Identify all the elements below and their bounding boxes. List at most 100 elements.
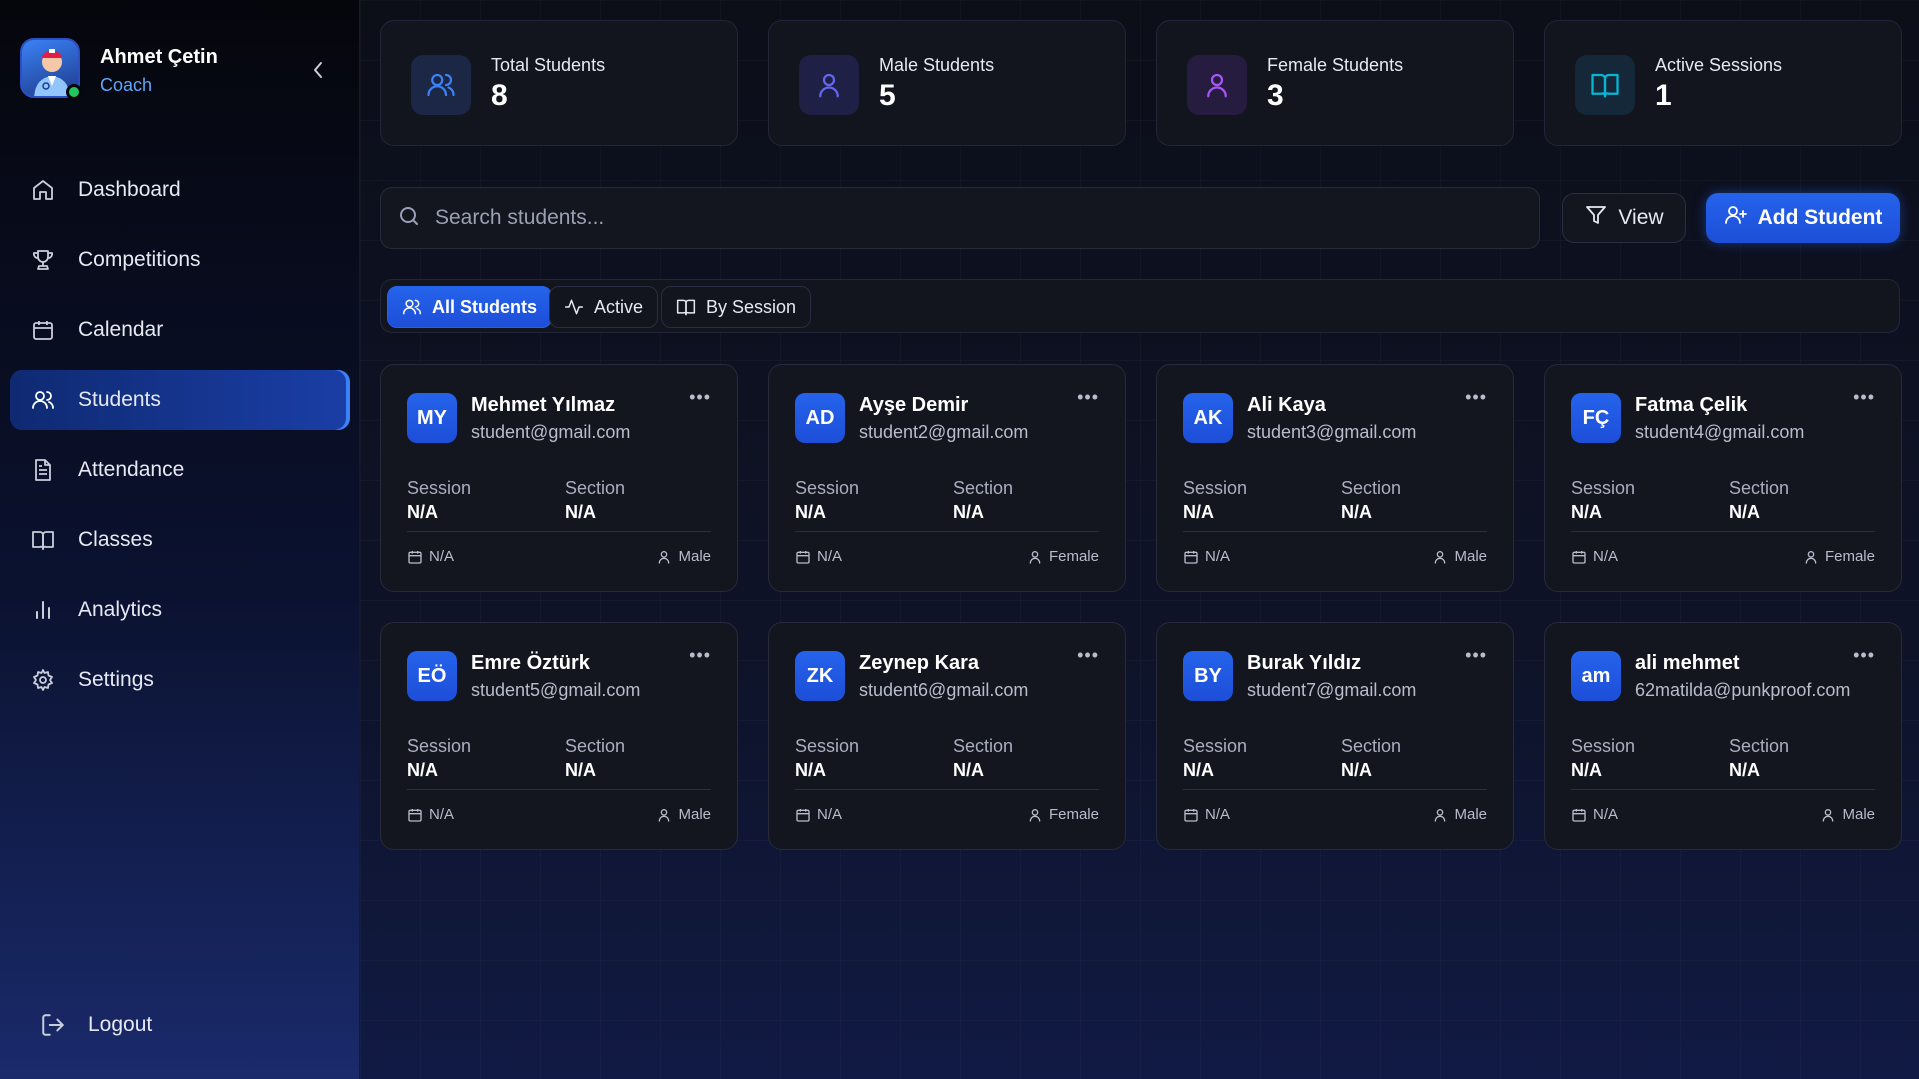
file-text-icon: [30, 457, 56, 483]
sidebar-item-label: Analytics: [78, 598, 163, 621]
logout-button[interactable]: Logout: [40, 1012, 152, 1038]
stat-label: Female Students: [1267, 55, 1404, 75]
more-options-icon[interactable]: •••: [1465, 387, 1487, 408]
sidebar-item-calendar[interactable]: Calendar: [10, 300, 350, 360]
sidebar-item-classes[interactable]: Classes: [10, 510, 350, 570]
calendar-icon: [407, 549, 423, 565]
users-icon: [30, 387, 56, 413]
student-date-value: N/A: [1593, 806, 1619, 823]
section-value: N/A: [565, 502, 596, 522]
student-gender-value: Male: [1454, 548, 1487, 565]
tab-all-students[interactable]: All Students: [387, 286, 553, 328]
session-label: Session: [407, 736, 472, 756]
more-options-icon[interactable]: •••: [689, 387, 711, 408]
logout-icon: [40, 1012, 66, 1038]
tab-active[interactable]: Active: [549, 286, 659, 328]
section-label: Section: [1341, 736, 1402, 756]
user-icon: [1432, 549, 1448, 565]
student-date: N/A: [407, 806, 454, 823]
session-value: N/A: [1571, 760, 1602, 780]
card-divider: [1183, 789, 1487, 790]
view-filter-button[interactable]: View: [1562, 193, 1686, 243]
session-label: Session: [795, 478, 860, 498]
sidebar-item-analytics[interactable]: Analytics: [10, 580, 350, 640]
sidebar-item-label: Dashboard: [78, 178, 181, 201]
stat-label: Active Sessions: [1655, 55, 1783, 75]
more-options-icon[interactable]: •••: [1465, 645, 1487, 666]
student-card[interactable]: EÖ Emre Öztürk student5@gmail.com ••• Se…: [380, 622, 738, 850]
section-label: Section: [953, 478, 1014, 498]
student-card[interactable]: am ali mehmet 62matilda@punkproof.com ••…: [1544, 622, 1902, 850]
more-options-icon[interactable]: •••: [1853, 645, 1875, 666]
sidebar-item-label: Students: [78, 388, 161, 411]
session-label: Session: [795, 736, 860, 756]
section-label: Section: [1729, 478, 1790, 498]
tab-label: By Session: [706, 296, 797, 317]
user-icon: [1027, 807, 1043, 823]
student-card[interactable]: FÇ Fatma Çelik student4@gmail.com ••• Se…: [1544, 364, 1902, 592]
student-gender: Male: [656, 806, 711, 823]
student-date: N/A: [795, 806, 842, 823]
student-filter-tabs: All Students Active By Session: [380, 279, 1900, 333]
collapse-sidebar-button[interactable]: [306, 58, 330, 82]
sidebar-item-settings[interactable]: Settings: [10, 650, 350, 710]
section-label: Section: [565, 478, 626, 498]
student-gender-value: Male: [678, 548, 711, 565]
profile-role: Coach: [100, 75, 153, 95]
section-value: N/A: [1729, 760, 1760, 780]
student-date: N/A: [1571, 548, 1618, 565]
sidebar-item-label: Attendance: [78, 458, 185, 481]
user-icon: [1820, 807, 1836, 823]
search-input[interactable]: [435, 206, 1515, 230]
add-student-label: Add Student: [1757, 206, 1883, 229]
student-gender-value: Male: [1842, 806, 1875, 823]
add-student-button[interactable]: Add Student: [1706, 193, 1900, 243]
online-status-dot: [66, 84, 82, 100]
calendar-icon: [1571, 807, 1587, 823]
stat-value: 1: [1655, 79, 1672, 112]
more-options-icon[interactable]: •••: [1077, 387, 1099, 408]
bar-chart-icon: [30, 597, 56, 623]
tab-by-session[interactable]: By Session: [661, 286, 812, 328]
stat-card-female-students: Female Students 3: [1156, 20, 1514, 146]
sidebar-item-attendance[interactable]: Attendance: [10, 440, 350, 500]
student-date: N/A: [1571, 806, 1618, 823]
sidebar-item-competitions[interactable]: Competitions: [10, 230, 350, 290]
filter-icon: [1584, 203, 1608, 233]
more-options-icon[interactable]: •••: [689, 645, 711, 666]
session-value: N/A: [1183, 502, 1214, 522]
sidebar-item-label: Competitions: [78, 248, 201, 271]
sidebar-item-students[interactable]: Students: [10, 370, 350, 430]
book-open-icon: [676, 297, 696, 317]
student-card[interactable]: AK Ali Kaya student3@gmail.com ••• Sessi…: [1156, 364, 1514, 592]
student-card[interactable]: AD Ayşe Demir student2@gmail.com ••• Ses…: [768, 364, 1126, 592]
more-options-icon[interactable]: •••: [1853, 387, 1875, 408]
student-name: Ayşe Demir: [859, 394, 969, 416]
sidebar: Ahmet Çetin Coach Dashboard Competitions…: [0, 0, 360, 1079]
stat-card-male-students: Male Students 5: [768, 20, 1126, 146]
section-label: Section: [1729, 736, 1790, 756]
section-label: Section: [565, 736, 626, 756]
student-initials-avatar: am: [1571, 651, 1621, 701]
activity-icon: [564, 297, 584, 317]
student-card[interactable]: MY Mehmet Yılmaz student@gmail.com ••• S…: [380, 364, 738, 592]
student-date: N/A: [1183, 548, 1230, 565]
session-label: Session: [1571, 478, 1636, 498]
user-profile[interactable]: Ahmet Çetin Coach: [20, 38, 340, 104]
student-email: student@gmail.com: [471, 422, 631, 442]
section-label: Section: [1341, 478, 1402, 498]
book-open-icon: [1575, 55, 1635, 115]
session-label: Session: [1183, 736, 1248, 756]
sidebar-item-dashboard[interactable]: Dashboard: [10, 160, 350, 220]
card-divider: [1571, 789, 1875, 790]
student-card[interactable]: BY Burak Yıldız student7@gmail.com ••• S…: [1156, 622, 1514, 850]
more-options-icon[interactable]: •••: [1077, 645, 1099, 666]
student-gender: Male: [656, 548, 711, 565]
student-card[interactable]: ZK Zeynep Kara student6@gmail.com ••• Se…: [768, 622, 1126, 850]
sidebar-nav: Dashboard Competitions Calendar Students…: [10, 160, 350, 720]
session-label: Session: [1183, 478, 1248, 498]
card-divider: [407, 531, 711, 532]
book-open-icon: [30, 527, 56, 553]
student-gender-value: Female: [1048, 548, 1099, 565]
stat-label: Male Students: [879, 55, 995, 75]
